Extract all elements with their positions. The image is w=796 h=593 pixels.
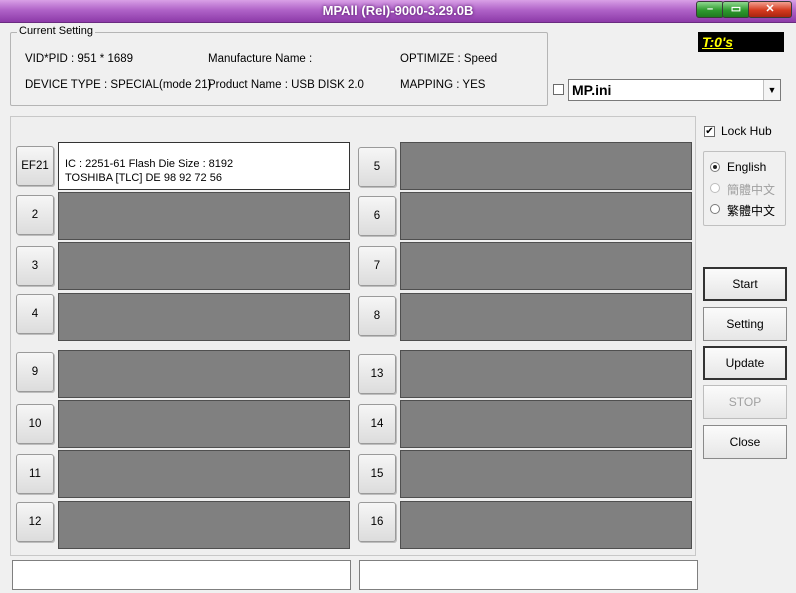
- port-status-13: [400, 350, 692, 398]
- port-button-3[interactable]: 3: [16, 246, 54, 286]
- radio-traditional-chinese[interactable]: [710, 204, 720, 214]
- port-status-15: [400, 450, 692, 498]
- port-status-9: [58, 350, 350, 398]
- port-status-11: [58, 450, 350, 498]
- update-button[interactable]: Update: [703, 346, 787, 380]
- port-status-4: [58, 293, 350, 341]
- lock-hub-label: Lock Hub: [721, 124, 772, 138]
- port-button-10[interactable]: 10: [16, 404, 54, 444]
- status-box-right: [359, 560, 698, 590]
- config-file-value: MP.ini: [572, 82, 612, 98]
- port-status-1: IC : 2251-61 Flash Die Size : 8192 TOSHI…: [58, 142, 350, 190]
- start-button[interactable]: Start: [703, 267, 787, 301]
- port-status-2: [58, 192, 350, 240]
- config-file-select[interactable]: MP.ini ▼: [568, 79, 781, 101]
- manufacture-name-label: Manufacture Name :: [208, 53, 313, 65]
- radio-traditional-chinese-label: 繁體中文: [727, 204, 776, 218]
- radio-english-label: English: [727, 160, 767, 174]
- port-status-6: [400, 192, 692, 240]
- timer-display: T:0's: [698, 32, 784, 52]
- window-title: MPAll (Rel)-9000-3.29.0B: [322, 3, 474, 18]
- port-button-8[interactable]: 8: [358, 296, 396, 336]
- close-button[interactable]: Close: [703, 425, 787, 459]
- close-window-button[interactable]: ✕: [748, 1, 792, 18]
- port-button-9[interactable]: 9: [16, 352, 54, 392]
- port-button-13[interactable]: 13: [358, 354, 396, 394]
- port-button-11[interactable]: 11: [16, 454, 54, 494]
- maximize-button[interactable]: ▭: [722, 1, 750, 18]
- port-1-ic-info: IC : 2251-61 Flash Die Size : 8192: [65, 158, 234, 170]
- port-button-15[interactable]: 15: [358, 454, 396, 494]
- port-status-8: [400, 293, 692, 341]
- chevron-down-icon[interactable]: ▼: [763, 80, 780, 100]
- port-status-10: [58, 400, 350, 448]
- port-button-6[interactable]: 6: [358, 196, 396, 236]
- title-bar: MPAll (Rel)-9000-3.29.0B – ▭ ✕: [0, 0, 796, 23]
- stop-button: STOP: [703, 385, 787, 419]
- port-1-flash-info: TOSHIBA [TLC] DE 98 92 72 56: [65, 172, 222, 184]
- radio-simplified-chinese-label: 簡體中文: [727, 183, 776, 197]
- mapping-label: MAPPING : YES: [400, 79, 486, 91]
- port-status-14: [400, 400, 692, 448]
- port-status-12: [58, 501, 350, 549]
- config-checkbox[interactable]: [553, 84, 564, 95]
- device-type-label: DEVICE TYPE : SPECIAL(mode 21): [25, 79, 212, 91]
- port-button-14[interactable]: 14: [358, 404, 396, 444]
- port-status-7: [400, 242, 692, 290]
- port-status-5: [400, 142, 692, 190]
- radio-english[interactable]: [710, 162, 720, 172]
- port-status-16: [400, 501, 692, 549]
- port-button-4[interactable]: 4: [16, 294, 54, 334]
- vid-pid-label: VID*PID : 951 * 1689: [25, 53, 134, 65]
- port-button-1[interactable]: EF21: [16, 146, 54, 186]
- optimize-label: OPTIMIZE : Speed: [400, 53, 498, 65]
- port-button-5[interactable]: 5: [358, 147, 396, 187]
- current-setting-legend: Current Setting: [17, 25, 95, 37]
- radio-simplified-chinese: [710, 183, 720, 193]
- lock-hub-checkbox[interactable]: ✔: [704, 126, 715, 137]
- product-name-label: Product Name : USB DISK 2.0: [208, 79, 364, 91]
- port-status-3: [58, 242, 350, 290]
- status-box-left: [12, 560, 351, 590]
- port-button-7[interactable]: 7: [358, 246, 396, 286]
- current-setting-group: Current Setting VID*PID : 951 * 1689 Man…: [10, 25, 548, 106]
- port-button-16[interactable]: 16: [358, 502, 396, 542]
- port-button-12[interactable]: 12: [16, 502, 54, 542]
- minimize-button[interactable]: –: [696, 1, 724, 18]
- port-button-2[interactable]: 2: [16, 195, 54, 235]
- setting-button[interactable]: Setting: [703, 307, 787, 341]
